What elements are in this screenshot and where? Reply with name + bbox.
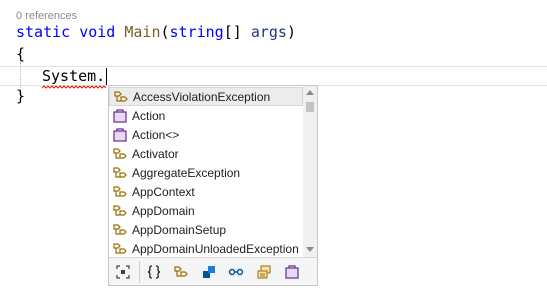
class-icon — [113, 204, 127, 216]
namespace-filter-icon — [147, 265, 161, 279]
keyword-void: void — [79, 23, 116, 41]
completion-item[interactable]: Action — [109, 106, 303, 125]
interface-filter-icon — [228, 268, 244, 276]
scroll-thumb[interactable] — [306, 102, 314, 112]
filter-separator — [139, 261, 140, 283]
enum-filter-icon — [257, 265, 271, 279]
paren-close: ) — [286, 23, 296, 41]
class-icon — [113, 166, 127, 178]
completion-item[interactable]: AccessViolationException — [109, 87, 303, 106]
completion-item-label: Activator — [132, 146, 179, 161]
keyword-string: string — [169, 23, 224, 41]
open-brace-line[interactable]: { — [16, 44, 25, 64]
array-brackets: [] — [223, 23, 242, 41]
namespace-filter-button[interactable] — [145, 263, 163, 281]
close-brace-line[interactable]: } — [16, 86, 25, 106]
completion-item[interactable]: Activator — [109, 144, 303, 163]
keyword-static: static — [16, 23, 71, 41]
completion-item[interactable]: AppDomainSetup — [109, 220, 303, 239]
method-name: Main — [124, 23, 161, 41]
class-icon — [113, 147, 127, 159]
completion-item-label: AggregateException — [132, 165, 241, 180]
codelens-references[interactable]: 0 references — [16, 10, 77, 22]
parameter-name: args — [250, 23, 287, 41]
completion-scrollbar[interactable] — [303, 86, 317, 257]
method-signature-line[interactable]: static void Main(string[] args) — [16, 22, 296, 42]
class-icon — [113, 185, 127, 197]
expander-filter-button[interactable] — [114, 263, 132, 281]
completion-item[interactable]: Action<> — [109, 125, 303, 144]
paren-open: ( — [160, 23, 170, 41]
completion-item-label: AppDomain — [132, 203, 195, 218]
completion-item-label: Action — [132, 108, 166, 123]
completion-popup[interactable]: AccessViolationException Action Action<>… — [108, 85, 318, 286]
delegate-filter-icon — [285, 265, 299, 279]
class-filter-icon — [174, 266, 188, 277]
interface-filter-button[interactable] — [227, 263, 245, 281]
expander-filter-icon — [116, 265, 130, 279]
completion-filter-bar — [109, 257, 317, 285]
delegate-icon — [113, 108, 127, 123]
completion-item[interactable]: AppDomain — [109, 201, 303, 220]
scroll-down-icon[interactable] — [306, 247, 314, 252]
completion-item[interactable]: AppContext — [109, 182, 303, 201]
text-caret — [106, 68, 107, 85]
class-icon — [113, 223, 127, 235]
completion-item-label: AppContext — [132, 184, 195, 199]
completion-item-label: AppDomainUnloadedException — [132, 241, 299, 256]
delegate-filter-button[interactable] — [283, 263, 301, 281]
delegate-icon — [113, 127, 127, 142]
completion-item-label: Action<> — [132, 127, 180, 142]
current-code-line[interactable]: System. — [42, 66, 105, 86]
completion-list[interactable]: AccessViolationException Action Action<>… — [109, 86, 303, 257]
class-icon — [114, 90, 128, 102]
enum-filter-button[interactable] — [255, 263, 273, 281]
class-icon — [113, 242, 127, 254]
struct-filter-icon — [203, 266, 215, 278]
completion-item[interactable]: AppDomainUnloadedException — [109, 239, 303, 258]
class-filter-button[interactable] — [172, 263, 190, 281]
error-squiggle — [42, 85, 106, 89]
scroll-up-icon[interactable] — [306, 90, 314, 95]
struct-filter-button[interactable] — [200, 263, 218, 281]
completion-item[interactable]: AggregateException — [109, 163, 303, 182]
completion-item-label: AccessViolationException — [133, 89, 271, 104]
completion-item-label: AppDomainSetup — [132, 222, 227, 237]
